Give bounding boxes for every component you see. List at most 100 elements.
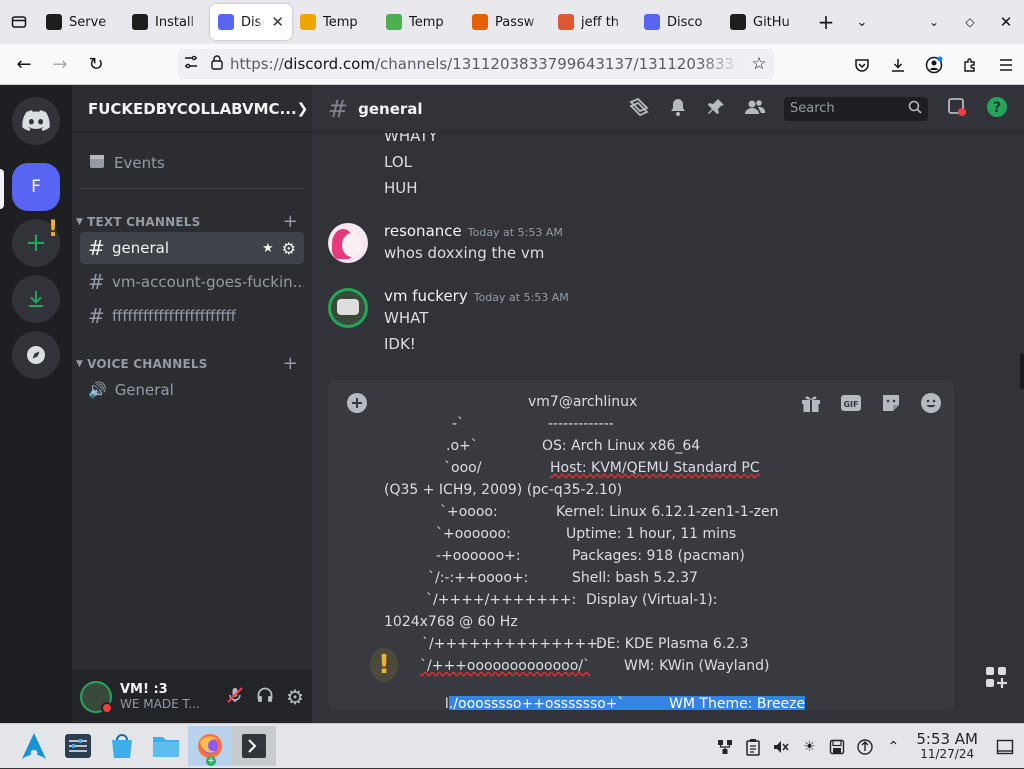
chevron-down-icon[interactable]: ⌄ [844,6,880,38]
discover-compass-icon[interactable] [12,331,60,379]
browser-tab[interactable]: jeff th [550,4,636,40]
bookmark-star-icon[interactable]: ☆ [744,54,774,74]
browser-tab[interactable]: GitHu [722,4,808,40]
browser-tab[interactable]: Disc ✕ [210,4,292,40]
chevron-up-icon[interactable]: ⌃ [884,738,902,756]
headphones-icon[interactable] [256,686,274,708]
inbox-icon[interactable] [946,96,968,122]
voice-channel-general[interactable]: 🔊 General [80,374,304,406]
browser-tab[interactable]: Passw [464,4,550,40]
brightness-icon[interactable]: ☀ [800,738,818,756]
page-info-icon[interactable] [178,54,204,74]
invite-member-icon[interactable]: ★ [262,241,274,256]
new-tab-button[interactable]: + [808,6,844,38]
maximize-icon[interactable]: ◇ [952,6,988,38]
storage-icon[interactable] [828,738,846,756]
show-desktop-icon[interactable] [996,738,1014,756]
discover-store-icon[interactable] [100,726,144,766]
gear-icon[interactable]: ⚙ [282,239,296,258]
clipboard-icon[interactable] [744,738,762,756]
chat-area: # general Search ? WHATY LOL HUH resonan… [312,85,1024,723]
network-icon[interactable] [716,738,734,756]
server-icon-f[interactable]: F [12,163,60,211]
apps-icon[interactable] [984,665,1008,693]
sticker-icon[interactable] [880,392,902,418]
minimize-icon[interactable]: ⌄ [916,6,952,38]
divider [80,188,304,189]
search-input[interactable]: Search [784,96,928,121]
reload-icon[interactable]: ↻ [78,48,114,80]
server-header[interactable]: FUCKEDBYCOLLABVMC... ❯ [72,85,312,133]
browser-tab[interactable]: Temp [378,4,464,40]
hamburger-menu-icon[interactable] [988,49,1024,81]
gift-icon[interactable] [800,392,822,418]
composer-line: `/:-:++oooo+: [428,570,529,586]
firefox-icon[interactable]: + [188,726,232,766]
url-bar[interactable]: https://discord.com/channels/13112038337… [178,49,774,79]
chevron-down-icon: ❯ [296,100,309,117]
browser-tab[interactable]: Disco [636,4,722,40]
help-icon[interactable]: ? [986,96,1008,122]
member-list-icon[interactable] [744,97,766,121]
message-composer[interactable]: GIF vm7@archlinux -` ------------- .o+` … [328,380,954,710]
create-channel-plus-icon[interactable]: + [283,211,298,232]
avatar[interactable] [80,680,113,714]
channel-vm-account[interactable]: # vm-account-goes-fuckin... [80,266,304,298]
upload-plus-icon[interactable] [346,392,368,418]
channel-label: general [112,239,170,257]
browser-tab[interactable]: Install [124,4,210,40]
pocket-icon[interactable] [844,49,880,81]
emoji-icon[interactable] [920,392,942,418]
mic-muted-icon[interactable] [226,686,244,708]
close-window-icon[interactable]: ✕ [988,6,1024,38]
threads-icon[interactable] [628,97,650,121]
channel-fff[interactable]: # ffffffffffffffffffffffff [80,300,304,332]
add-server-icon[interactable]: + ! [12,217,60,267]
avatar[interactable] [328,223,368,263]
extensions-icon[interactable] [952,49,988,81]
create-channel-plus-icon[interactable]: + [283,353,298,374]
composer-line: Display (Virtual-1): [586,592,718,608]
lock-icon[interactable] [204,54,230,74]
tab-list-icon[interactable] [0,6,38,38]
composer-line: I./ooosssso++osssssso+` WM Theme: Breeze [418,680,806,710]
download-apps-icon[interactable] [12,275,60,323]
message-text: WHATY [384,133,438,145]
volume-muted-icon[interactable] [772,738,790,756]
user-info[interactable]: VM! :3 WE MADE T... [120,682,202,712]
channel-general[interactable]: # general ★ ⚙ [80,232,304,264]
avatar[interactable] [328,288,368,328]
message-author[interactable]: resonance [384,222,462,240]
gif-icon[interactable]: GIF [840,392,862,418]
gear-icon[interactable]: ⚙ [286,685,304,709]
voice-channels-category[interactable]: ▼ VOICE CHANNELS + [76,353,298,374]
scrollbar-thumb[interactable] [1020,353,1024,389]
chevron-down-icon: ▼ [76,358,84,369]
clock[interactable]: 5:53 AM 11/27/24 [916,731,978,762]
tab-title: Disc [241,14,264,30]
pin-icon[interactable] [706,97,726,121]
file-manager-icon[interactable] [144,726,188,766]
notification-bell-icon[interactable] [668,97,688,121]
browser-tab[interactable]: Temp [292,4,378,40]
download-icon[interactable] [880,49,916,81]
terminal-icon[interactable] [232,726,276,766]
browser-tab[interactable]: Serve [38,4,124,40]
back-arrow-icon[interactable]: ← [6,48,42,80]
arch-linux-launcher-icon[interactable] [12,726,56,766]
events-item[interactable]: Events [80,147,304,179]
composer-line: WM: KWin (Wayland) [624,658,770,674]
close-tab-icon[interactable]: ✕ [271,13,284,31]
channel-label: vm-account-goes-fuckin... [112,273,304,291]
composer-line: OS: Arch Linux x86_64 [542,438,701,454]
channel-topbar: # general Search ? [312,85,1024,133]
tab-favicon-mail-green-icon [386,14,402,30]
discord-home-icon[interactable] [12,97,60,145]
text-channels-category[interactable]: ▼ TEXT CHANNELS + [76,211,298,232]
system-settings-icon[interactable] [56,726,100,766]
message-author[interactable]: vm fuckery [384,287,468,305]
forward-arrow-icon[interactable]: → [42,48,78,80]
account-icon[interactable] [916,49,952,81]
updates-icon[interactable] [856,738,874,756]
alert-icon: ! [47,217,58,242]
